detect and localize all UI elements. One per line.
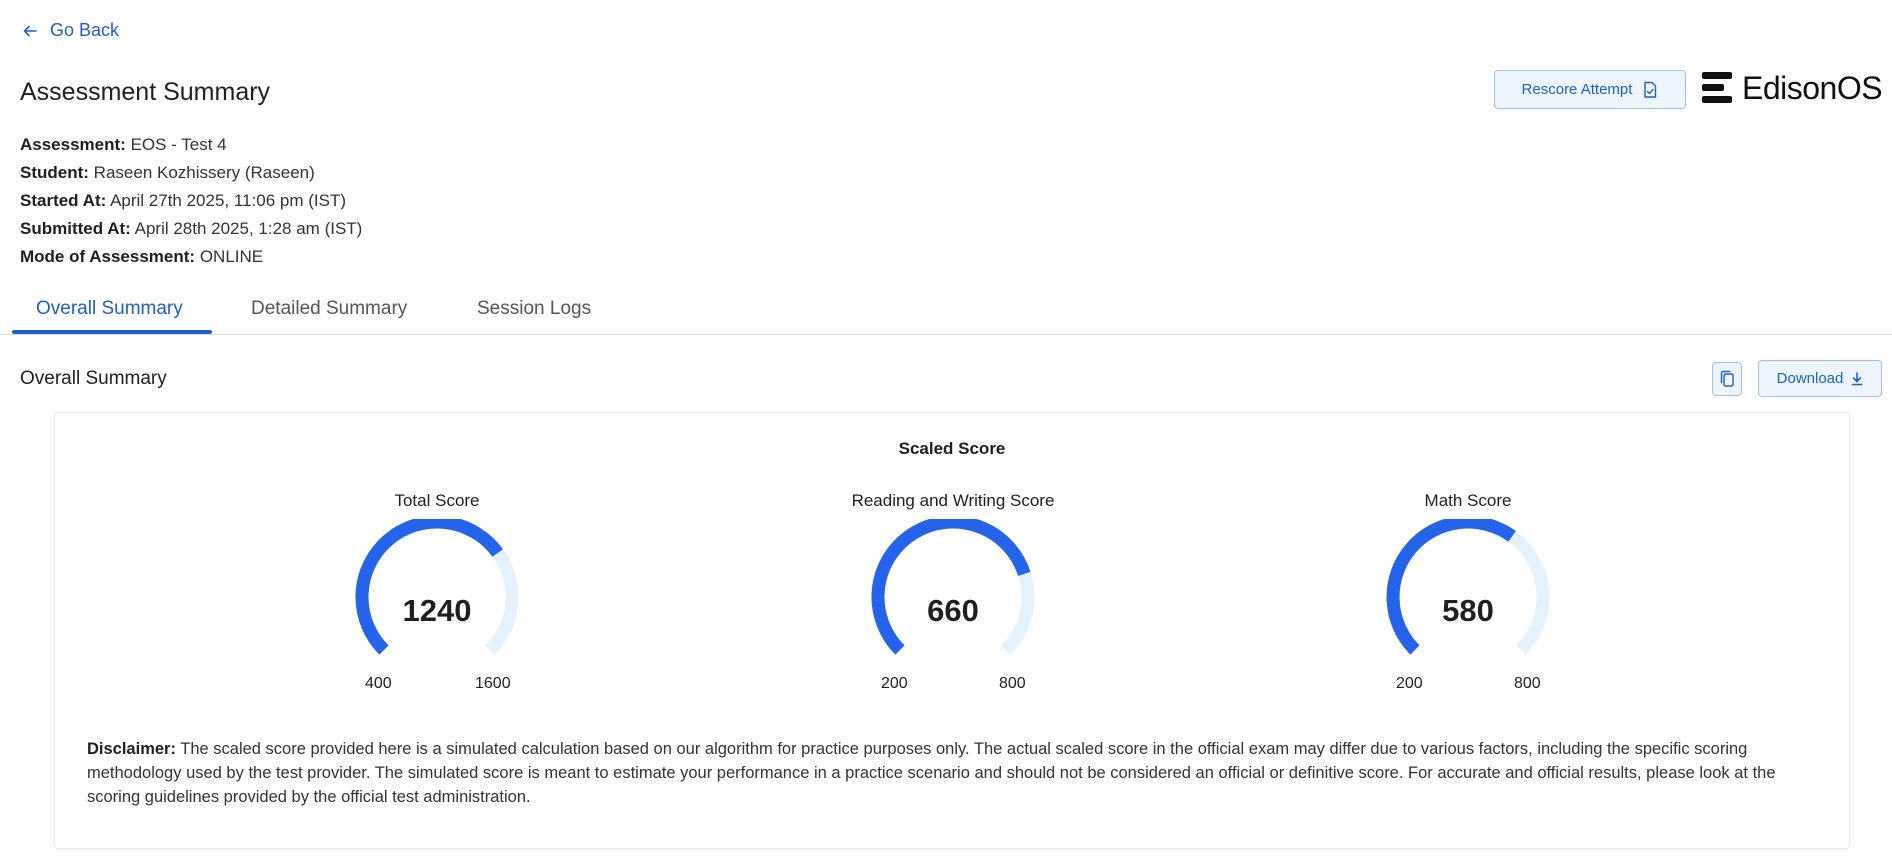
meta-student: Student: Raseen Kozhissery (Raseen): [20, 163, 315, 182]
go-back-link[interactable]: Go Back: [22, 20, 119, 41]
gauge-total-score: Total Score 1240 400 1600: [307, 491, 567, 701]
tab-session-logs[interactable]: Session Logs: [477, 298, 591, 332]
document-check-icon: [1644, 81, 1657, 98]
active-tab-indicator: [12, 330, 212, 334]
assessment-meta: Assessment: EOS - Test 4 Student: Raseen…: [20, 131, 362, 271]
gauge-max: 800: [999, 675, 1026, 692]
go-back-label: Go Back: [50, 20, 120, 40]
gauge-min: 200: [1396, 675, 1423, 692]
gauge-min: 400: [365, 675, 392, 692]
logo-mark-icon: [1702, 72, 1732, 104]
gauge-fill: [355, 519, 503, 655]
gauge-fill: [871, 519, 1031, 655]
card-title: Scaled Score: [898, 439, 1006, 458]
meta-submitted-at: Submitted At: April 28th 2025, 1:28 am (…: [20, 219, 363, 238]
gauge-value: 660: [927, 593, 979, 628]
gauge-value: 580: [1442, 593, 1494, 628]
gauge-math-score: Math Score 580 200 800: [1338, 491, 1598, 701]
download-icon: [1852, 371, 1863, 385]
tab-overall-summary[interactable]: Overall Summary: [36, 298, 183, 332]
scaled-score-card: Scaled Score Total Score 1240 400 1600 R…: [54, 412, 1850, 849]
rescore-attempt-button[interactable]: Rescore Attempt: [1494, 70, 1686, 109]
page-title: Assessment Summary: [20, 78, 271, 106]
arrow-left-icon: [23, 25, 37, 36]
gauge-label: Reading and Writing Score: [851, 491, 1055, 510]
meta-assessment: Assessment: EOS - Test 4: [20, 135, 227, 154]
disclaimer: Disclaimer: The scaled score provided he…: [87, 737, 1827, 809]
tab-detailed-summary[interactable]: Detailed Summary: [251, 298, 407, 332]
gauge-reading-writing-score: Reading and Writing Score 660 200 800: [823, 491, 1083, 701]
summary-tabs: Overall Summary Detailed Summary Session…: [0, 290, 1892, 335]
gauge-fill: [1386, 519, 1516, 655]
rescore-label: Rescore Attempt: [1521, 81, 1633, 98]
gauge-max: 1600: [475, 675, 511, 692]
copy-button[interactable]: [1712, 362, 1742, 396]
logo-text: EdisonOS: [1742, 70, 1883, 106]
download-button[interactable]: Download: [1758, 360, 1882, 397]
disclaimer-label: Disclaimer:: [87, 740, 176, 758]
gauge-min: 200: [881, 675, 908, 692]
gauge-max: 800: [1514, 675, 1541, 692]
copy-icon: [1720, 370, 1734, 387]
gauge-label: Math Score: [1424, 491, 1512, 510]
edisonos-logo: EdisonOS: [1702, 70, 1883, 106]
gauge-value: 1240: [402, 593, 472, 628]
gauge-label: Total Score: [394, 491, 480, 510]
disclaimer-text: The scaled score provided here is a simu…: [87, 740, 1776, 806]
section-title: Overall Summary: [20, 368, 167, 389]
download-label: Download: [1776, 370, 1844, 387]
meta-mode: Mode of Assessment: ONLINE: [20, 247, 264, 266]
meta-started-at: Started At: April 27th 2025, 11:06 pm (I…: [20, 191, 346, 210]
